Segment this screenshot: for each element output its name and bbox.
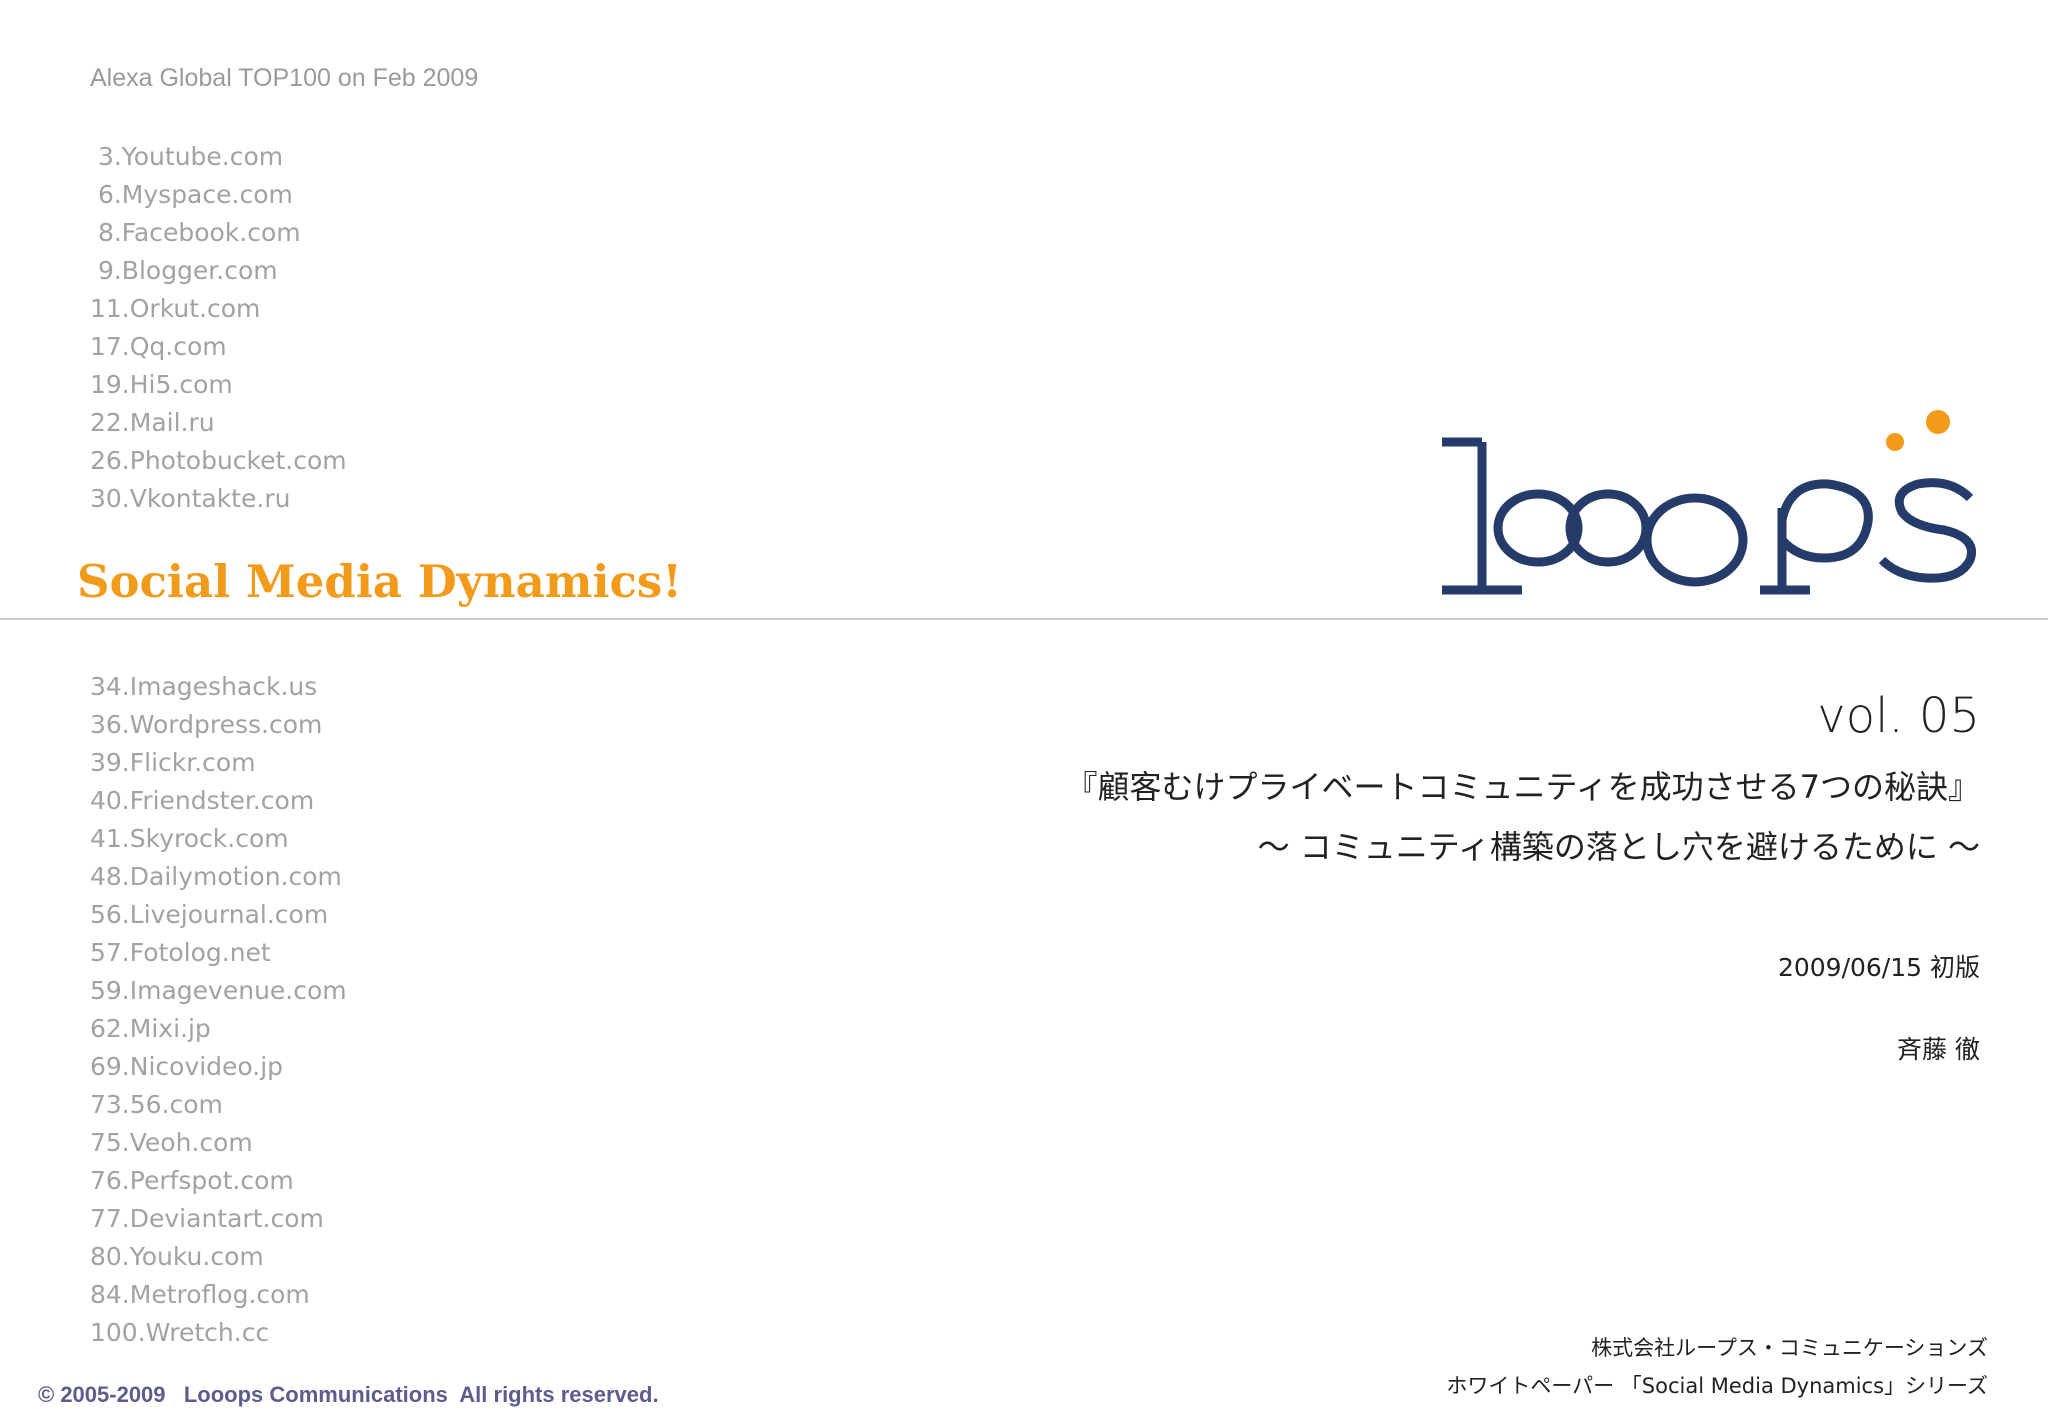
site-list-item: 9.Blogger.com	[90, 256, 278, 285]
volume-number: vol. 05	[1817, 688, 1980, 744]
site-list-item: 8.Facebook.com	[90, 218, 301, 247]
site-list-item: 84.Metroflog.com	[90, 1280, 310, 1309]
site-list-top: 3.Youtube.com 6.Myspace.com 8.Facebook.c…	[90, 138, 347, 518]
site-list-item: 3.Youtube.com	[90, 142, 284, 171]
copyright-notice: © 2005-2009 Looops Communications All ri…	[38, 1382, 659, 1407]
site-list-item: 26.Photobucket.com	[90, 446, 347, 475]
site-list-item: 76.Perfspot.com	[90, 1166, 294, 1195]
publish-date: 2009/06/15 初版	[1777, 953, 1980, 982]
site-list-item: 77.Deviantart.com	[90, 1204, 324, 1233]
list-header: Alexa Global TOP100 on Feb 2009	[90, 64, 479, 92]
document-subtitle: ～ コミュニティ構築の落とし穴を避けるために ～	[1257, 828, 1980, 866]
site-list-item: 19.Hi5.com	[90, 370, 233, 399]
site-list-item: 11.Orkut.com	[90, 294, 261, 323]
divider	[0, 618, 2048, 620]
site-list-item: 22.Mail.ru	[90, 408, 215, 437]
document-title: 『顧客むけプライベートコミュニティを成功させる7つの秘訣』	[1065, 768, 1980, 806]
series-name: ホワイトペーパー 「Social Media Dynamics」シリーズ	[1446, 1374, 1988, 1398]
site-list-item: 36.Wordpress.com	[90, 710, 323, 739]
company-name: 株式会社ループス・コミュニケーションズ	[1591, 1336, 1988, 1360]
site-list-item: 80.Youku.com	[90, 1242, 264, 1271]
site-list-bottom: 34.Imageshack.us 36.Wordpress.com 39.Flick…	[90, 668, 347, 1352]
site-list-item: 6.Myspace.com	[90, 180, 293, 209]
site-list-item: 69.Nicovideo.jp	[90, 1052, 284, 1081]
site-list-item: 56.Livejournal.com	[90, 900, 329, 929]
site-list-item: 40.Friendster.com	[90, 786, 315, 815]
site-list-item: 48.Dailymotion.com	[90, 862, 342, 891]
looops-logo-icon	[1442, 410, 1976, 595]
site-list-item: 30.Vkontakte.ru	[90, 484, 291, 513]
author-name: 斉藤 徹	[1897, 1035, 1980, 1064]
site-list-item: 100.Wretch.cc	[90, 1318, 270, 1347]
site-list-item: 57.Fotolog.net	[90, 938, 271, 967]
site-list-item: 17.Qq.com	[90, 332, 227, 361]
site-list-item: 73.56.com	[90, 1090, 223, 1119]
site-list-item: 34.Imageshack.us	[90, 672, 318, 701]
tagline: Social Media Dynamics!	[77, 555, 682, 608]
site-list-item: 39.Flickr.com	[90, 748, 256, 777]
site-list-item: 59.Imagevenue.com	[90, 976, 347, 1005]
site-list-item: 62.Mixi.jp	[90, 1014, 211, 1043]
site-list-item: 41.Skyrock.com	[90, 824, 289, 853]
site-list-item: 75.Veoh.com	[90, 1128, 253, 1157]
